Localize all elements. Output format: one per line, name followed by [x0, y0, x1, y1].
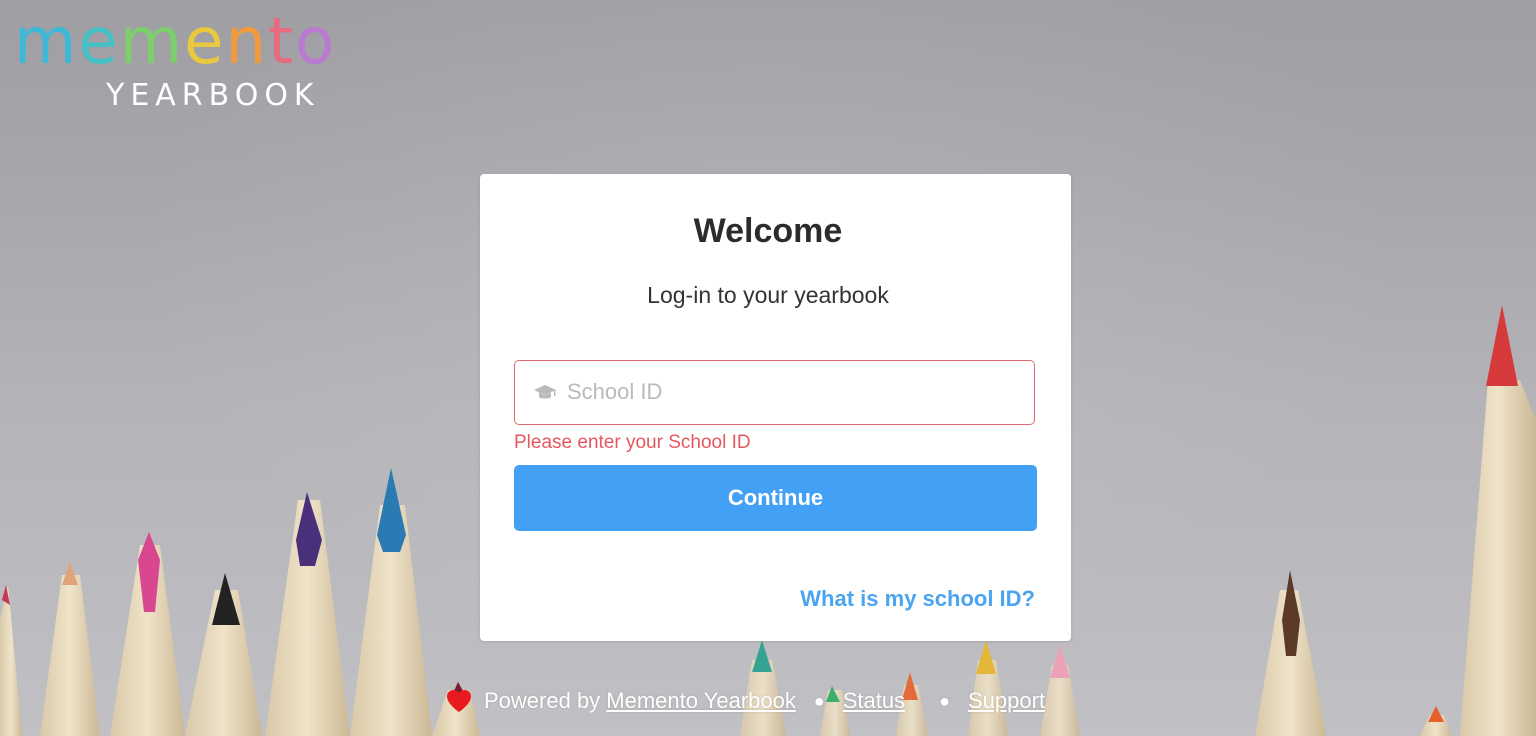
logo-letter: m [119, 5, 185, 79]
support-link[interactable]: Support [968, 688, 1045, 714]
card-subtitle: Log-in to your yearbook [647, 282, 889, 308]
logo-letter: o [295, 5, 337, 79]
powered-by-text: Powered by [484, 688, 607, 713]
logo-wordmark: memento [14, 2, 336, 82]
graduation-cap-icon [534, 385, 556, 399]
separator-dot: ● [813, 690, 825, 711]
logo-subtitle: YEARBOOK [106, 78, 320, 113]
continue-button[interactable]: Continue [514, 465, 1037, 531]
memento-yearbook-logo: memento YEARBOOK [14, 5, 374, 113]
status-link[interactable]: Status [843, 688, 905, 714]
memento-yearbook-link[interactable]: Memento Yearbook [606, 688, 796, 714]
what-is-my-school-id-link[interactable]: What is my school ID? [800, 586, 1035, 612]
heart-icon [447, 690, 471, 712]
school-id-error: Please enter your School ID [514, 432, 751, 453]
logo-letter: t [268, 5, 296, 79]
card-title: Welcome [693, 212, 843, 250]
school-id-input[interactable] [567, 361, 1022, 423]
separator-dot: ● [939, 690, 950, 711]
logo-letter: e [184, 5, 226, 79]
logo-letter: e [78, 5, 120, 79]
logo-letter: m [14, 5, 79, 79]
footer: Powered by Memento Yearbook ● Status ● S… [446, 684, 1045, 718]
school-id-field[interactable] [514, 360, 1035, 425]
logo-letter: n [225, 5, 268, 79]
